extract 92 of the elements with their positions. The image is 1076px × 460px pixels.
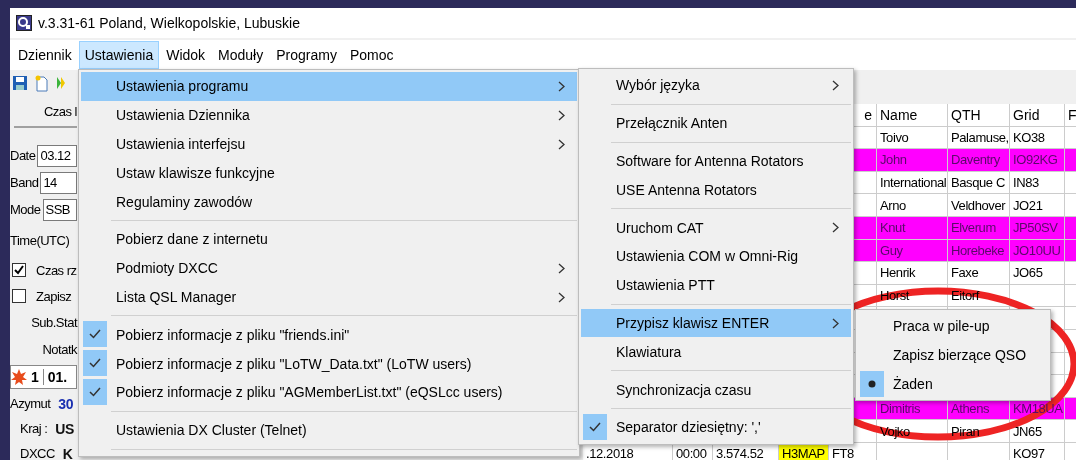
column-header[interactable]: Grid: [1013, 106, 1040, 123]
menu-item[interactable]: Uruchom CAT: [581, 213, 851, 242]
menu-item[interactable]: Software for Antenna Rotators: [581, 146, 851, 176]
field-label: Sub.Stat: [31, 315, 77, 330]
menu-item[interactable]: Ustaw klawisze funkcyjne: [81, 158, 577, 188]
column-header[interactable]: Name: [880, 106, 918, 123]
menu-item[interactable]: Regulaminy zawodów: [81, 187, 577, 216]
checkbox[interactable]: [12, 289, 26, 303]
field-label: Kraj :: [20, 421, 48, 436]
menu-item[interactable]: Przypisz klawisz ENTER: [581, 308, 851, 338]
table-cell: JO21: [1010, 194, 1065, 217]
column-header[interactable]: e: [864, 106, 872, 123]
menu-item[interactable]: Pobierz dane z internetu: [81, 225, 577, 254]
table-cell: Basque C: [948, 171, 1010, 195]
table-cell: Toivo: [877, 126, 948, 150]
menu-bar-item[interactable]: Pomoc: [343, 41, 400, 69]
menu-item[interactable]: Pobierz informacje z pliku "LoTW_Data.txt" (LoTW users): [81, 349, 577, 378]
menu-item[interactable]: Ustawienia interfejsu: [81, 129, 577, 159]
field-value: 30: [58, 395, 73, 412]
chevron-right-icon: [832, 80, 839, 91]
menu-bar-item[interactable]: Programy: [270, 41, 343, 69]
menu-item[interactable]: Pobierz informacje z pliku "AGMemberList.txt" (eQSLcc users): [81, 377, 577, 407]
input-field[interactable]: 03.12: [37, 144, 77, 167]
table-cell: IN83: [1010, 171, 1065, 195]
table-cell: Daventry: [948, 149, 1010, 172]
chevron-right-icon: [832, 317, 839, 329]
menu-item[interactable]: Pobierz informacje z pliku "friends.ini": [81, 320, 577, 350]
menu-bar-item[interactable]: Dziennik: [12, 41, 78, 69]
table-cell: JP50SV: [1010, 216, 1065, 240]
field-label: Date: [10, 148, 36, 163]
input-field[interactable]: SSB: [42, 198, 77, 221]
checkbox-label: Zapisz: [36, 288, 72, 304]
qso-date: 01.: [42, 369, 68, 385]
chevron-right-icon: [558, 81, 565, 92]
chevron-right-icon: [558, 109, 565, 121]
menu-item[interactable]: Ustawienia PTT: [581, 270, 851, 300]
field-label: Notatk: [42, 342, 77, 357]
table-cell: Palamuse,: [948, 126, 1010, 150]
menu-item[interactable]: Żaden: [858, 369, 1048, 399]
field-value: K: [62, 445, 73, 460]
app-icon: [16, 15, 32, 31]
table-cell: Veldhover: [948, 194, 1010, 217]
menu-item[interactable]: Ustawienia DX Cluster (Telnet): [81, 415, 577, 445]
menu-item[interactable]: Podmioty DXCC: [81, 253, 577, 283]
table-cell: Horebeke: [948, 239, 1010, 263]
table-cell: Henrik: [877, 262, 948, 285]
chevron-right-icon: [558, 262, 565, 274]
table-cell: Arno: [877, 194, 948, 217]
table-cell: JO10UU: [1010, 239, 1065, 263]
table-cell: IO92KG: [1010, 149, 1065, 172]
table-cell: JN65: [1010, 420, 1065, 443]
burst-icon: [11, 369, 27, 385]
window-title: v.3.31-61 Poland, Wielkopolskie, Lubuskie: [38, 15, 300, 31]
field-label: DXCC: [20, 446, 55, 460]
table-cell: Guy: [877, 239, 948, 263]
table-cell: JO65: [1010, 262, 1065, 285]
menu-item[interactable]: Ustawienia Dziennika: [81, 100, 577, 130]
table-cell: KO38: [1010, 126, 1065, 150]
menu-item[interactable]: Zapisz bierzące QSO: [858, 340, 1048, 370]
menu-bar-item[interactable]: Ustawienia: [78, 41, 160, 69]
column-header[interactable]: F: [1068, 106, 1076, 123]
table-cell: Faxe: [948, 262, 1010, 285]
column-header: Czas l: [43, 103, 77, 119]
menu-item[interactable]: Wybór języka: [581, 71, 851, 100]
chevron-right-icon: [832, 222, 839, 234]
table-cell: John: [877, 149, 948, 172]
qso-number: 1: [31, 369, 39, 385]
checkbox[interactable]: [12, 263, 26, 277]
chevron-right-icon: [558, 291, 565, 303]
field-value: US: [55, 420, 74, 437]
menu-item[interactable]: Separator dziesiętny: ',': [581, 412, 851, 442]
field-label: Azymut: [10, 396, 51, 411]
menu-item[interactable]: Synchronizacja czasu: [581, 375, 851, 404]
field-label: Band: [10, 175, 39, 190]
menu-item[interactable]: Klawiatura: [581, 337, 851, 367]
menu-item[interactable]: Przełącznik Anten: [581, 108, 851, 138]
menu-item[interactable]: Praca w pile-up: [858, 312, 1048, 341]
menu-item[interactable]: Ustawienia programu: [81, 72, 577, 101]
menu-bar-item[interactable]: Moduły: [212, 41, 270, 69]
chevron-right-icon: [558, 138, 565, 150]
column-header[interactable]: QTH: [951, 106, 981, 123]
field-label: Mode: [10, 202, 41, 217]
table-cell: Elverum: [948, 216, 1010, 240]
menu-item[interactable]: Lista QSL Manager: [81, 282, 577, 312]
table-cell: International: [877, 171, 948, 195]
field-label: Time(UTC): [10, 232, 70, 248]
checkbox-label: Czas rz: [36, 262, 77, 278]
table-cell: Knut: [877, 216, 948, 240]
menu-bar-item[interactable]: Widok: [160, 41, 212, 69]
input-field[interactable]: 14: [40, 171, 77, 194]
menu-item[interactable]: USE Antenna Rotators: [581, 175, 851, 205]
menu-item[interactable]: Ustawienia COM w Omni-Rig: [581, 242, 851, 271]
